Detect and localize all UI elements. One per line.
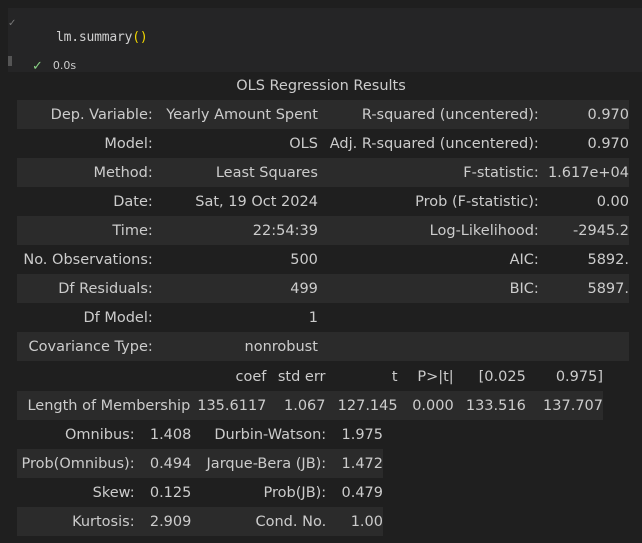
table-row: Skew: 0.125 Prob(JB): 0.479 [17, 478, 383, 507]
row-value: 2.909 [149, 513, 192, 530]
row-label: Dep. Variable: [50, 106, 153, 123]
coef-value: 127.145 [337, 397, 398, 414]
table-row: Prob(Omnibus): 0.494 Jarque-Bera (JB): 1.47… [17, 449, 383, 478]
row-label: Log-Likelihood: [429, 222, 539, 239]
code-line[interactable]: lm.summary() [56, 30, 148, 45]
row-value: 0.00 [596, 193, 629, 210]
row-label: Prob (F-statistic): [415, 193, 539, 210]
table-row: No. Observations: 500 AIC: 5892. [17, 245, 629, 274]
row-label: F-statistic: [463, 164, 539, 181]
row-value: 1.472 [341, 455, 383, 472]
row-label: Cond. No. [255, 513, 327, 530]
row-label: Date: [113, 193, 153, 210]
table-row: Method: Least Squares F-statistic: 1.617e+0… [17, 158, 629, 187]
table-row: Df Model: 1 [17, 303, 629, 332]
table-row: Covariance Type: nonrobust [17, 332, 629, 361]
row-value: Least Squares [215, 164, 318, 181]
row-value: 1.408 [149, 426, 192, 443]
row-label: AIC: [509, 251, 539, 268]
summary-top-table: Dep. Variable: Yearly Amount Spent R-squar… [17, 100, 629, 361]
coef-value: 135.6117 [197, 397, 267, 414]
row-label: Kurtosis: [72, 513, 135, 530]
row-label [318, 303, 539, 332]
row-value: 1.00 [350, 513, 383, 530]
row-label: No. Observations: [23, 251, 153, 268]
row-label: Adj. R-squared (uncentered): [329, 135, 539, 152]
row-value: -2945.2 [573, 222, 629, 239]
row-label: Time: [112, 222, 153, 239]
coef-value: 1.067 [283, 397, 326, 414]
row-value: 1.975 [341, 426, 383, 443]
column-header: P>|t| [417, 368, 454, 385]
row-value [539, 303, 629, 332]
execution-time: 0.0s [52, 59, 77, 72]
row-value: Yearly Amount Spent [166, 106, 318, 123]
row-value: 5892. [587, 251, 629, 268]
row-value: nonrobust [244, 338, 318, 355]
coef-value: 137.707 [543, 397, 603, 414]
row-label: Jarque-Bera (JB): [206, 455, 327, 472]
row-label: Prob(Omnibus): [21, 455, 135, 472]
column-header: coef [235, 368, 267, 385]
column-header: t [391, 368, 398, 385]
column-header [17, 362, 190, 391]
row-label: Omnibus: [65, 426, 135, 443]
cell-output: OLS Regression Results Dep. Variable: Yea… [0, 72, 642, 543]
row-label [318, 332, 539, 361]
row-value: 5897. [587, 280, 629, 297]
table-row: Kurtosis: 2.909 Cond. No. 1.00 [17, 507, 383, 536]
row-label: Durbin-Watson: [214, 426, 327, 443]
row-value [539, 332, 629, 361]
code-parens: () [132, 30, 148, 45]
row-value: 0.125 [149, 484, 192, 501]
coefficient-table: coef std err t P>|t| [0.025 0.975] Length of … [17, 362, 603, 420]
execution-status: ✓ 0.0s [32, 58, 77, 74]
row-value: 0.970 [587, 135, 629, 152]
variable-name: Length of Membership [27, 397, 191, 414]
code-cell[interactable]: ✓ lm.summary() ✓ 0.0s [8, 8, 642, 74]
row-label: Prob(JB): [263, 484, 327, 501]
summary-title: OLS Regression Results [236, 78, 406, 94]
row-label: Skew: [92, 484, 135, 501]
table-row: Dep. Variable: Yearly Amount Spent R-squar… [17, 100, 629, 129]
row-value: 499 [290, 280, 318, 297]
diagnostics-table: Omnibus: 1.408 Durbin-Watson: 1.975 Prob(Omn… [17, 420, 383, 536]
row-value: 500 [290, 251, 318, 268]
row-label: Covariance Type: [28, 338, 153, 355]
row-label: BIC: [509, 280, 539, 297]
table-row: Date: Sat, 19 Oct 2024 Prob (F-statistic):… [17, 187, 629, 216]
code-text: lm.summary [56, 30, 133, 45]
row-label: Df Model: [83, 309, 153, 326]
row-value: 0.494 [149, 455, 192, 472]
row-value: 0.479 [341, 484, 383, 501]
row-value: 1.617e+04 [547, 164, 629, 181]
column-header: [0.025 [478, 368, 526, 385]
column-header: 0.975] [555, 368, 603, 385]
coef-value: 133.516 [465, 397, 526, 414]
row-value: Sat, 19 Oct 2024 [195, 193, 318, 210]
column-header: std err [277, 368, 326, 385]
row-value: OLS [289, 135, 318, 152]
table-row: Model: OLS Adj. R-squared (uncentered): 0.9… [17, 129, 629, 158]
row-label: Model: [104, 135, 153, 152]
row-label: R-squared (uncentered): [361, 106, 539, 123]
table-row: Omnibus: 1.408 Durbin-Watson: 1.975 [17, 420, 383, 449]
cell-gutter-marker [8, 56, 12, 66]
row-label: Df Residuals: [58, 280, 153, 297]
collapse-chevron-icon[interactable]: ✓ [8, 18, 16, 29]
table-row: Time: 22:54:39 Log-Likelihood: -2945.2 [17, 216, 629, 245]
coef-value: 0.000 [412, 397, 454, 414]
row-value: 22:54:39 [252, 222, 318, 239]
row-value: 0.970 [587, 106, 629, 123]
table-row: Df Residuals: 499 BIC: 5897. [17, 274, 629, 303]
table-row: Length of Membership 135.6117 1.067 127.145… [17, 391, 603, 420]
row-label: Method: [93, 164, 153, 181]
row-value: 1 [308, 309, 318, 326]
